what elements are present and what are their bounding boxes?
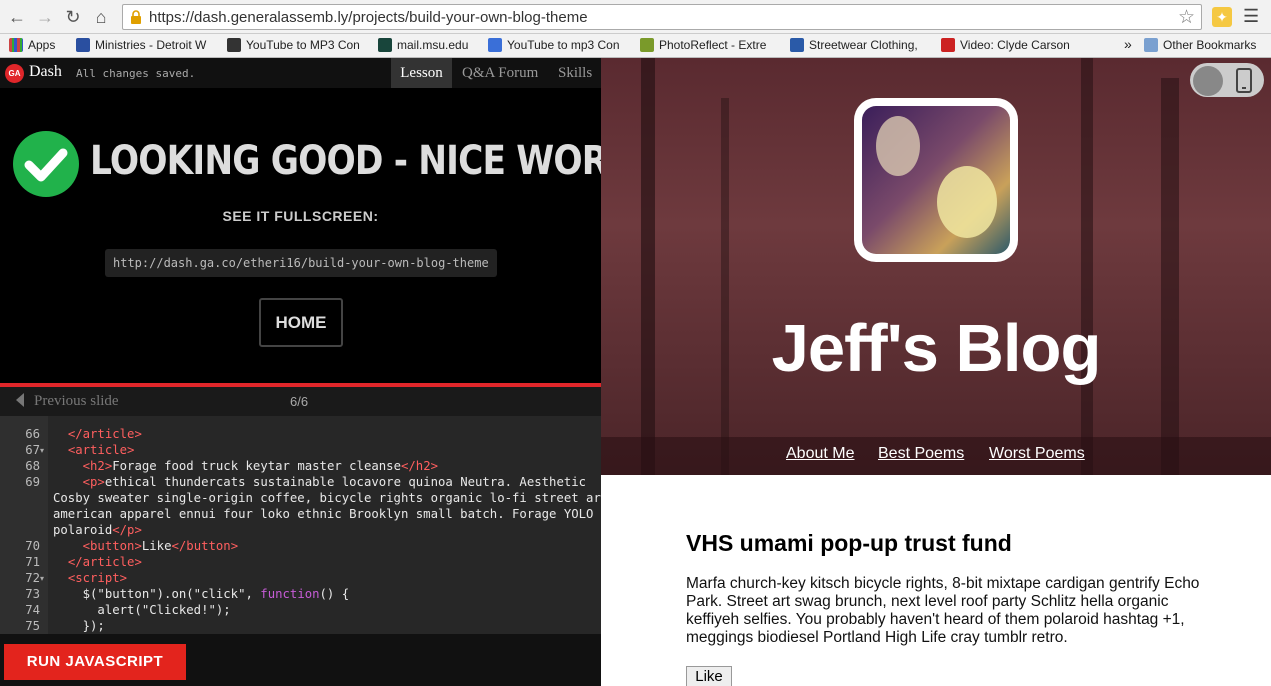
tree-trunk <box>1081 58 1093 475</box>
yt-mp3-icon <box>488 38 502 52</box>
lock-icon <box>131 10 141 24</box>
nav-best-poems[interactable]: Best Poems <box>878 445 964 463</box>
extension-icon[interactable]: ✦ <box>1212 7 1232 27</box>
tab-skills[interactable]: Skills <box>552 58 598 88</box>
code-line[interactable]: <p>ethical thundercats sustainable locav… <box>53 474 586 490</box>
code-line[interactable]: polaroid</p> <box>53 522 142 538</box>
home-button[interactable]: HOME <box>259 298 343 347</box>
fullscreen-link[interactable]: http://dash.ga.co/etheri16/build-your-ow… <box>105 249 497 277</box>
back-arrow-icon[interactable]: ← <box>6 6 28 28</box>
avatar <box>854 98 1018 262</box>
face-shape <box>937 166 997 238</box>
tree-trunk <box>1161 78 1179 475</box>
bookmark-apps[interactable]: Apps <box>9 38 55 52</box>
nav-about-me[interactable]: About Me <box>786 445 854 463</box>
line-number: 73 <box>25 587 40 601</box>
menu-icon[interactable]: ☰ <box>1243 6 1259 27</box>
code-line[interactable]: <script> <box>53 570 127 586</box>
dash-panel: GA Dash All changes saved. Lesson Q&A Fo… <box>0 58 649 686</box>
nav-worst-poems[interactable]: Worst Poems <box>989 445 1085 463</box>
bookmark-streetwear[interactable]: Streetwear Clothing, <box>790 38 925 52</box>
line-number: 71 <box>25 555 40 569</box>
save-status: All changes saved. <box>76 67 196 80</box>
line-number: 67 <box>25 443 40 457</box>
code-line[interactable]: alert("Clicked!"); <box>53 602 230 618</box>
avatar-photo <box>862 106 1010 254</box>
bird-icon <box>76 38 90 52</box>
blog-nav: About Me Best Poems Worst Poems <box>601 437 1271 475</box>
bookmarks-bar: Apps Ministries - Detroit W YouTube to M… <box>0 34 1271 58</box>
url-text: https://dash.generalassemb.ly/projects/b… <box>149 9 588 26</box>
browser-toolbar: ← → ↻ ⌂ https://dash.generalassemb.ly/pr… <box>0 0 1271 34</box>
tree-trunk <box>721 98 729 475</box>
hero-banner: Jeff's Blog About Me Best Poems Worst Po… <box>601 58 1271 475</box>
streetwear-icon <box>790 38 804 52</box>
folder-icon <box>1144 38 1158 52</box>
tab-qa-forum[interactable]: Q&A Forum <box>456 58 544 88</box>
run-javascript-button[interactable]: RUN JAVASCRIPT <box>4 644 186 680</box>
blog-title: Jeff's Blog <box>771 311 1102 386</box>
see-fullscreen-label: SEE IT FULLSCREEN: <box>222 208 379 224</box>
check-icon <box>13 131 79 197</box>
bookmark-video-clyde[interactable]: Video: Clyde Carson <box>941 38 1076 52</box>
bookmarks-overflow[interactable]: » <box>1124 36 1132 52</box>
dash-header: GA Dash All changes saved. Lesson Q&A Fo… <box>0 58 601 88</box>
success-headline: LOOKING GOOD - NICE WORK! <box>90 138 649 184</box>
fold-arrow-icon[interactable]: ▾ <box>40 446 44 455</box>
home-icon[interactable]: ⌂ <box>90 6 112 28</box>
line-number: 72 <box>25 571 40 585</box>
line-number: 66 <box>25 427 40 441</box>
triangle-left-icon <box>16 393 24 407</box>
code-line[interactable]: </article> <box>53 554 142 570</box>
video-icon <box>941 38 955 52</box>
slide-nav: Previous slide 6/6 <box>0 387 601 416</box>
ga-logo[interactable]: GA <box>5 64 24 83</box>
tab-lesson[interactable]: Lesson <box>391 58 452 88</box>
apps-grid-icon <box>9 38 23 52</box>
code-line[interactable]: <article> <box>53 442 135 458</box>
line-number: 70 <box>25 539 40 553</box>
bookmark-youtube-mp3-2[interactable]: YouTube to mp3 Con <box>488 38 623 52</box>
blog-post: VHS umami pop-up trust fund Marfa church… <box>686 530 1206 647</box>
page-counter: 6/6 <box>290 394 309 409</box>
post-title: VHS umami pop-up trust fund <box>686 530 1012 556</box>
previous-slide-button[interactable]: Previous slide <box>16 393 119 410</box>
face-shape <box>876 116 920 176</box>
reload-icon[interactable]: ↻ <box>62 6 84 28</box>
bookmark-photoreflect[interactable]: PhotoReflect - Extre <box>640 38 775 52</box>
code-line[interactable]: <button>Like</button> <box>53 538 239 554</box>
line-number: 74 <box>25 603 40 617</box>
code-line[interactable]: Cosby sweater single-origin coffee, bicy… <box>53 490 601 506</box>
star-icon[interactable]: ☆ <box>1178 6 1195 29</box>
fold-arrow-icon[interactable]: ▾ <box>40 574 44 583</box>
code-line[interactable]: <h2>Forage food truck keytar master clea… <box>53 458 438 474</box>
line-number: 68 <box>25 459 40 473</box>
like-button[interactable]: Like <box>686 666 732 686</box>
toggle-knob <box>1193 66 1223 96</box>
bookmark-ministries[interactable]: Ministries - Detroit W <box>76 38 211 52</box>
photoreflect-icon <box>640 38 654 52</box>
converter-icon <box>227 38 241 52</box>
address-bar[interactable]: https://dash.generalassemb.ly/projects/b… <box>122 4 1202 30</box>
device-toggle[interactable] <box>1190 63 1264 97</box>
bookmark-msu-mail[interactable]: mail.msu.edu <box>378 38 468 52</box>
run-bar: RUN JAVASCRIPT <box>0 634 601 686</box>
code-editor[interactable]: 66 </article> 67 ▾ <article> 68 <h2>Forage … <box>0 416 601 634</box>
bookmark-youtube-mp3[interactable]: YouTube to MP3 Con <box>227 38 362 52</box>
bookmark-other[interactable]: Other Bookmarks <box>1144 38 1256 52</box>
mobile-phone-icon <box>1236 68 1252 93</box>
code-line[interactable]: american apparel ennui four loko ethnic … <box>53 506 593 522</box>
dash-title[interactable]: Dash <box>29 63 62 81</box>
spartan-icon <box>378 38 392 52</box>
post-body: Marfa church-key kitsch bicycle rights, … <box>686 575 1200 646</box>
code-line[interactable]: </article> <box>53 426 142 442</box>
tree-trunk <box>641 58 655 475</box>
forward-arrow-icon[interactable]: → <box>34 6 56 28</box>
code-line[interactable]: $("button").on("click", function() { <box>53 586 350 602</box>
line-number: 75 <box>25 619 40 633</box>
line-number: 69 <box>25 475 40 489</box>
blog-preview: Jeff's Blog About Me Best Poems Worst Po… <box>601 58 1271 686</box>
code-line[interactable]: }); <box>53 618 105 634</box>
